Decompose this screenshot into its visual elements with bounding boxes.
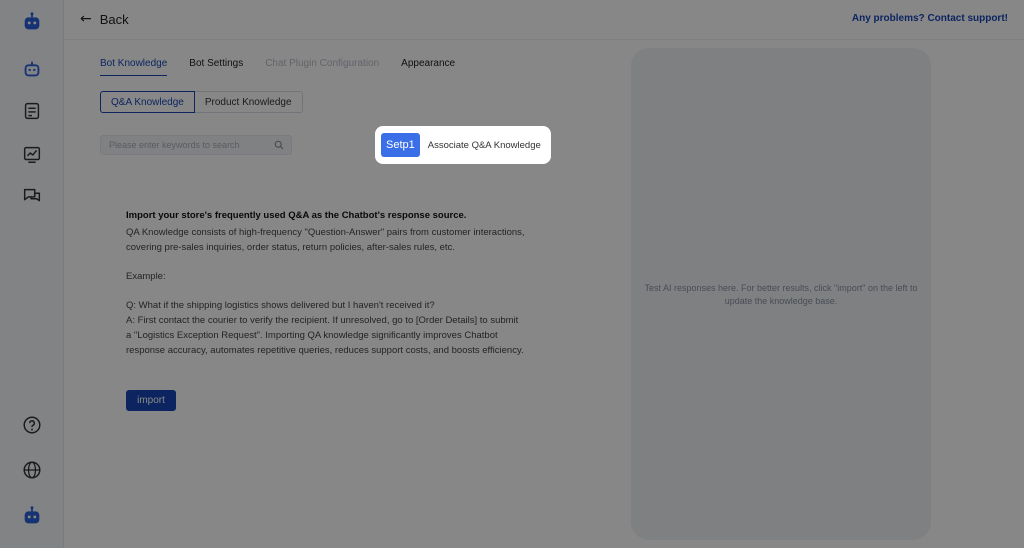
tour-step-card[interactable]: Setp1 Associate Q&A Knowledge xyxy=(375,126,551,164)
chat-preview-panel: Test AI responses here. For better resul… xyxy=(631,48,931,540)
intro-title: Import your store's frequently used Q&A … xyxy=(126,210,467,221)
analytics-chart-icon[interactable] xyxy=(20,142,44,166)
search-input[interactable] xyxy=(109,140,269,150)
step-text: Associate Q&A Knowledge xyxy=(427,139,541,151)
contact-support-link[interactable]: Any problems? Contact support! xyxy=(852,13,1008,24)
tab-bot-settings[interactable]: Bot Settings xyxy=(189,58,243,76)
document-list-icon[interactable] xyxy=(20,99,44,123)
arrow-left-icon: ← xyxy=(80,11,92,27)
bot-avatar-icon[interactable] xyxy=(20,504,44,528)
knowledge-type-toggle: Q&A Knowledge Product Knowledge xyxy=(100,91,303,113)
robot-icon[interactable] xyxy=(20,57,44,81)
example-answer: A: First contact the courier to verify t… xyxy=(126,315,524,356)
globe-icon[interactable] xyxy=(20,458,44,482)
search-icon[interactable] xyxy=(273,139,285,151)
import-button[interactable]: import xyxy=(126,390,176,411)
tab-bot-knowledge[interactable]: Bot Knowledge xyxy=(100,58,168,76)
top-header: ← Back Any problems? Contact support! xyxy=(64,0,1024,40)
intro-description: QA Knowledge consists of high-frequency … xyxy=(126,227,525,253)
product-knowledge-button[interactable]: Product Knowledge xyxy=(194,91,303,113)
preview-hint: Test AI responses here. For better resul… xyxy=(644,283,918,306)
search-box xyxy=(100,135,292,155)
tab-chat-plugin-configuration[interactable]: Chat Plugin Configuration xyxy=(265,58,379,76)
help-circle-icon[interactable] xyxy=(20,413,44,437)
tab-appearance[interactable]: Appearance xyxy=(401,58,455,76)
sidebar xyxy=(0,0,64,548)
back-label: Back xyxy=(99,11,129,27)
tab-bar: Bot Knowledge Bot Settings Chat Plugin C… xyxy=(100,58,477,76)
example-question: Q: What if the shipping logistics shows … xyxy=(126,300,435,311)
step-badge: Setp1 xyxy=(381,133,420,157)
chat-bubbles-icon[interactable] xyxy=(20,184,44,208)
bot-logo-icon[interactable] xyxy=(20,10,44,34)
main-panel: Bot Knowledge Bot Settings Chat Plugin C… xyxy=(64,40,616,548)
qa-knowledge-button[interactable]: Q&A Knowledge xyxy=(100,91,195,113)
back-button[interactable]: ← Back xyxy=(80,11,129,27)
qa-intro: Import your store's frequently used Q&A … xyxy=(126,208,526,358)
example-label: Example: xyxy=(126,271,166,282)
